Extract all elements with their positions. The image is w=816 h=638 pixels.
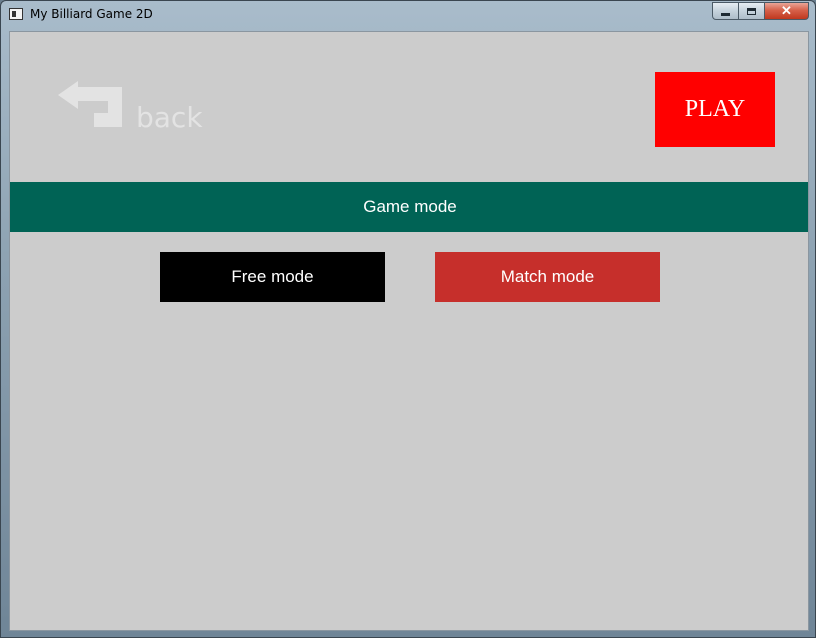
close-icon: ✕: [781, 3, 792, 18]
back-label: back: [136, 101, 203, 134]
free-mode-button[interactable]: Free mode: [160, 252, 385, 302]
maximize-button[interactable]: [739, 2, 765, 20]
play-button[interactable]: PLAY: [655, 72, 775, 147]
game-canvas: back PLAY Game mode Free mode Match mode: [9, 31, 809, 631]
window-title: My Billiard Game 2D: [30, 7, 153, 21]
close-button[interactable]: ✕: [765, 2, 809, 20]
app-icon[interactable]: [9, 8, 23, 20]
app-window: My Billiard Game 2D ✕ back PLAY Game mod…: [0, 0, 816, 638]
minimize-button[interactable]: [712, 2, 739, 20]
maximize-icon: [747, 7, 756, 15]
match-mode-button[interactable]: Match mode: [435, 252, 660, 302]
game-mode-header: Game mode: [10, 182, 808, 232]
back-button[interactable]: back: [56, 77, 206, 137]
title-bar[interactable]: My Billiard Game 2D ✕: [1, 1, 815, 29]
minimize-icon: [721, 12, 730, 16]
window-controls: ✕: [712, 2, 809, 21]
back-arrow-icon: [58, 81, 122, 127]
